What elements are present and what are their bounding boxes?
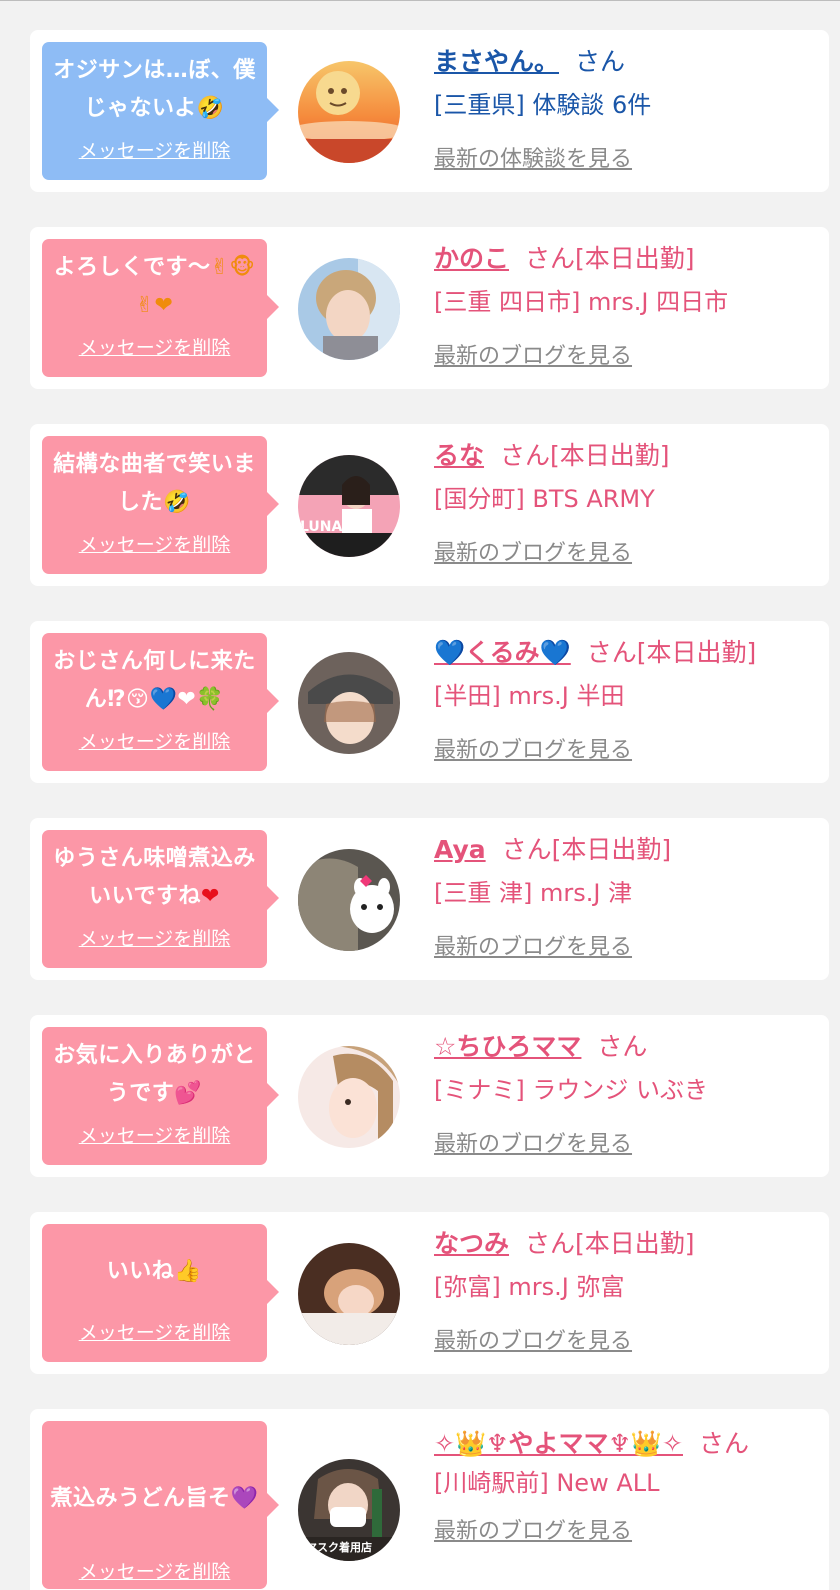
- delete-message-link[interactable]: メッセージを削除: [79, 530, 231, 557]
- avatar-caption: LUNA: [300, 519, 343, 535]
- purple-heart-icon: 💜: [230, 1486, 259, 1511]
- message-bubble: 煮込みうどん旨そ💜 メッセージを削除: [42, 1421, 279, 1589]
- status-badge: [本日出勤]: [636, 638, 757, 667]
- honorific: さん: [525, 1229, 576, 1258]
- list-item: 結構な曲者で笑いました🤣 メッセージを削除 LUNA るな さん[本日出勤] [国…: [30, 424, 829, 586]
- delete-message-link[interactable]: メッセージを削除: [79, 1121, 231, 1148]
- hearts-icon: 💕: [174, 1081, 203, 1106]
- message-bubble: 結構な曲者で笑いました🤣 メッセージを削除: [42, 436, 279, 574]
- heart-icon: ❤: [200, 884, 220, 909]
- message-bubble: おじさん何しに来たん⁉😚💙❤🍀 メッセージを削除: [42, 633, 279, 771]
- latest-blog-link[interactable]: 最新のブログを見る: [434, 1513, 632, 1545]
- delete-message-link[interactable]: メッセージを削除: [79, 136, 231, 163]
- user-name-link[interactable]: まさやん。: [434, 47, 559, 76]
- status-badge: [本日出勤]: [551, 835, 672, 864]
- message-bubble: オジサンは…ぼ、僕じゃないよ🤣 メッセージを削除: [42, 42, 279, 180]
- delete-message-link[interactable]: メッセージを削除: [79, 924, 231, 951]
- shop-info: [三重 四日市] mrs.J 四日市: [434, 288, 729, 316]
- list-item: お気に入りありがとうです💕 メッセージを削除 ☆ちひろママ さん [ミナミ] ラウ…: [30, 1015, 829, 1177]
- rofl-emoji-icon: 🤣: [163, 490, 191, 515]
- message-text: 煮込みうどん旨そ💜: [50, 1486, 259, 1511]
- honorific: さん: [586, 638, 637, 667]
- delete-message-link[interactable]: メッセージを削除: [79, 333, 231, 360]
- thumbs-up-icon: 👍: [174, 1259, 203, 1284]
- message-text: 結構な曲者で笑いました🤣: [53, 452, 256, 515]
- rofl-emoji-icon: 🤣: [196, 96, 225, 121]
- message-bubble: ゆうさん味噌煮込みいいですね❤ メッセージを削除: [42, 830, 279, 968]
- shop-info: [川崎駅前] New ALL: [434, 1469, 660, 1497]
- message-text: オジサンは…ぼ、僕じゃないよ🤣: [53, 58, 256, 121]
- list-item: オジサンは…ぼ、僕じゃないよ🤣 メッセージを削除 まさやん。 さん [三重県] …: [30, 30, 829, 192]
- avatar[interactable]: [298, 652, 400, 754]
- honorific: さん: [698, 1429, 749, 1458]
- avatar[interactable]: [298, 258, 400, 360]
- avatar[interactable]: [298, 1243, 400, 1345]
- delete-message-link[interactable]: メッセージを削除: [79, 727, 231, 754]
- avatar-caption: マスク着用店: [306, 1540, 372, 1554]
- latest-blog-link[interactable]: 最新のブログを見る: [434, 1126, 632, 1158]
- honorific: さん: [500, 441, 551, 470]
- avatar[interactable]: [298, 1046, 400, 1148]
- list-item: 煮込みうどん旨そ💜 メッセージを削除 マスク着用店 ✧👑♆やよママ♆👑✧ さん […: [30, 1409, 829, 1590]
- message-text: よろしくです〜✌🐵✌❤: [53, 255, 256, 318]
- latest-blog-link[interactable]: 最新のブログを見る: [434, 929, 632, 961]
- shop-info: [三重県] 体験談 6件: [434, 91, 652, 119]
- delete-message-link[interactable]: メッセージを削除: [79, 1318, 231, 1345]
- user-name-link[interactable]: 💙くるみ💙: [434, 638, 571, 667]
- avatar[interactable]: [298, 849, 400, 951]
- list-item: いいね👍 メッセージを削除 なつみ さん[本日出勤] [弥富] mrs.J 弥富 …: [30, 1212, 829, 1374]
- user-name-link[interactable]: かのこ: [434, 244, 509, 273]
- avatar[interactable]: LUNA: [298, 455, 400, 557]
- honorific: さん: [525, 244, 576, 273]
- delete-message-link[interactable]: メッセージを削除: [79, 1557, 231, 1584]
- message-bubble: よろしくです〜✌🐵✌❤ メッセージを削除: [42, 239, 279, 377]
- avatar[interactable]: [298, 61, 400, 163]
- message-list: オジサンは…ぼ、僕じゃないよ🤣 メッセージを削除 まさやん。 さん [三重県] …: [30, 30, 829, 1590]
- shop-info: [国分町] BTS ARMY: [434, 485, 655, 513]
- latest-blog-link[interactable]: 最新のブログを見る: [434, 535, 632, 567]
- shop-info: [三重 津] mrs.J 津: [434, 879, 633, 907]
- list-item: ゆうさん味噌煮込みいいですね❤ メッセージを削除 Aya さん[本日出勤] [三重…: [30, 818, 829, 980]
- status-badge: [本日出勤]: [550, 441, 670, 470]
- latest-blog-link[interactable]: 最新のブログを見る: [434, 1323, 632, 1355]
- list-item: よろしくです〜✌🐵✌❤ メッセージを削除 かのこ さん[本日出勤] [三重 四日市…: [30, 227, 829, 389]
- honorific: さん: [597, 1032, 648, 1061]
- latest-review-link[interactable]: 最新の体験談を見る: [434, 141, 632, 173]
- latest-blog-link[interactable]: 最新のブログを見る: [434, 338, 632, 370]
- status-badge: [本日出勤]: [575, 244, 695, 273]
- user-name-link[interactable]: Aya: [434, 835, 486, 864]
- message-bubble: いいね👍 メッセージを削除: [42, 1224, 279, 1362]
- honorific: さん: [501, 835, 552, 864]
- message-text: お気に入りありがとうです💕: [53, 1043, 256, 1106]
- shop-info: [ミナミ] ラウンジ いぶき: [434, 1076, 708, 1104]
- avatar[interactable]: マスク着用店: [298, 1459, 400, 1561]
- message-bubble: お気に入りありがとうです💕 メッセージを削除: [42, 1027, 279, 1165]
- latest-blog-link[interactable]: 最新のブログを見る: [434, 732, 632, 764]
- emoji-sequence-icon: ⁉😚💙❤🍀: [107, 687, 225, 712]
- user-name-link[interactable]: ☆ちひろママ: [434, 1032, 581, 1061]
- user-name-link[interactable]: ✧👑♆やよママ♆👑✧: [434, 1429, 683, 1458]
- user-name-link[interactable]: なつみ: [434, 1229, 509, 1258]
- status-badge: [本日出勤]: [575, 1229, 695, 1258]
- honorific: さん: [575, 47, 626, 76]
- message-text: おじさん何しに来たん⁉😚💙❤🍀: [53, 649, 256, 712]
- message-text: ゆうさん味噌煮込みいいですね❤: [53, 846, 256, 909]
- message-text: いいね👍: [106, 1259, 203, 1284]
- shop-info: [弥富] mrs.J 弥富: [434, 1273, 625, 1301]
- shop-info: [半田] mrs.J 半田: [434, 682, 625, 710]
- list-item: おじさん何しに来たん⁉😚💙❤🍀 メッセージを削除 💙くるみ💙 さん[本日出勤] […: [30, 621, 829, 783]
- user-name-link[interactable]: るな: [434, 441, 484, 470]
